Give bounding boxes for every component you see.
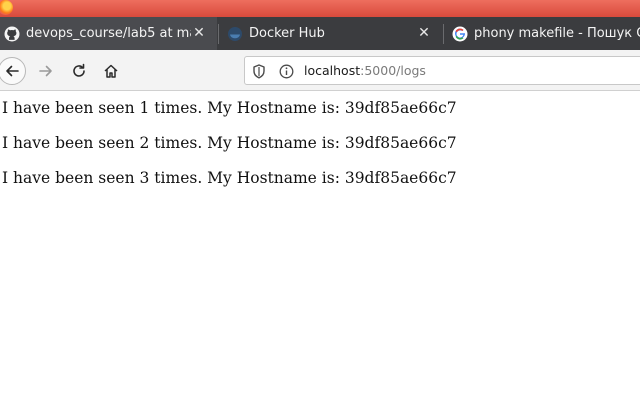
info-icon[interactable] bbox=[278, 63, 294, 79]
tab-google-search[interactable]: phony makefile - Пошук Goog bbox=[444, 17, 640, 50]
log-line: I have been seen 2 times. My Hostname is… bbox=[2, 134, 457, 152]
tab-title: devops_course/lab5 at maste bbox=[26, 26, 191, 41]
close-tab-icon[interactable]: ✕ bbox=[416, 25, 432, 41]
tab-title: Docker Hub bbox=[249, 26, 325, 41]
page-content: I have been seen 1 times. My Hostname is… bbox=[2, 91, 638, 196]
home-icon bbox=[104, 64, 118, 78]
url-path: :5000/logs bbox=[360, 63, 426, 78]
log-line: I have been seen 1 times. My Hostname is… bbox=[2, 99, 457, 117]
forward-button[interactable] bbox=[32, 57, 60, 85]
back-button[interactable] bbox=[0, 57, 26, 85]
docker-icon bbox=[227, 26, 243, 42]
shield-icon[interactable] bbox=[251, 63, 267, 79]
tab-strip: devops_course/lab5 at maste ✕ Docker Hub… bbox=[0, 17, 640, 50]
close-tab-icon[interactable]: ✕ bbox=[191, 25, 207, 41]
tab-title: phony makefile - Пошук Goog bbox=[474, 26, 640, 41]
url-text[interactable]: localhost:5000/logs bbox=[304, 63, 426, 79]
navigation-toolbar: localhost:5000/logs bbox=[0, 50, 640, 91]
home-button[interactable] bbox=[97, 57, 125, 85]
back-arrow-icon bbox=[6, 65, 19, 77]
google-icon bbox=[452, 26, 468, 42]
github-icon bbox=[4, 26, 20, 42]
url-bar[interactable]: localhost:5000/logs bbox=[244, 56, 640, 85]
tab-github[interactable]: devops_course/lab5 at maste ✕ bbox=[0, 17, 217, 50]
forward-arrow-icon bbox=[39, 65, 52, 77]
log-line: I have been seen 3 times. My Hostname is… bbox=[2, 169, 457, 187]
tab-docker-hub[interactable]: Docker Hub ✕ bbox=[219, 17, 442, 50]
reload-button[interactable] bbox=[65, 57, 93, 85]
firefox-logo-icon bbox=[0, 0, 13, 15]
window-titlebar bbox=[0, 0, 640, 17]
url-host: localhost bbox=[304, 63, 361, 78]
reload-icon bbox=[73, 63, 85, 77]
